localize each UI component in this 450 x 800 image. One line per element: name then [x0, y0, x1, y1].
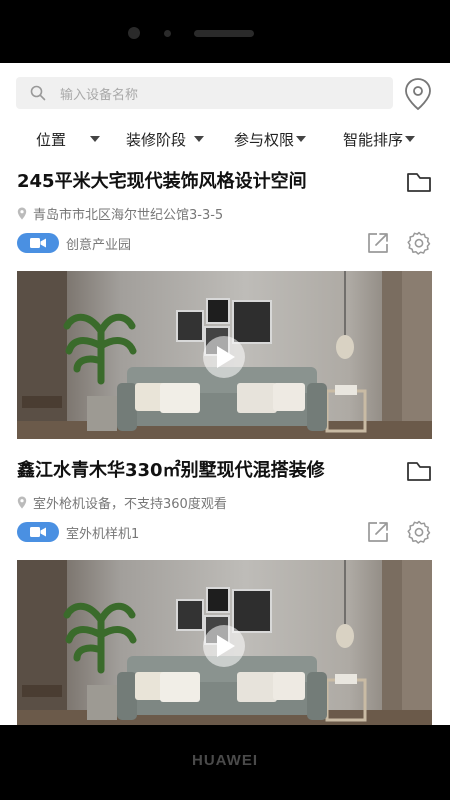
- card-title: 245平米大宅现代装饰风格设计空间: [17, 171, 307, 192]
- video-camera-icon: [30, 527, 46, 537]
- tag-row: 室外机样机1: [17, 521, 139, 543]
- filter-label: 参与权限: [234, 130, 295, 149]
- video-thumbnail[interactable]: [17, 271, 432, 439]
- brand-logo: HUAWEI: [192, 752, 258, 769]
- card-tag: 室外机样机1: [66, 526, 140, 542]
- card-title: 鑫江水青木华330㎡别墅现代混搭装修: [17, 460, 325, 481]
- card-tag: 创意产业园: [66, 237, 132, 253]
- caret-down-icon: [90, 136, 101, 142]
- video-camera-icon: [30, 238, 46, 248]
- folder-icon[interactable]: [406, 460, 432, 482]
- address-row: 室外枪机设备，不支持360度观看: [17, 492, 227, 512]
- caret-down-icon: [194, 136, 205, 142]
- filter-bar: 位置 装修阶段 参与权限 智能排序: [0, 123, 450, 155]
- filter-renovation-stage[interactable]: 装修阶段: [126, 127, 205, 151]
- filter-label: 智能排序: [343, 130, 404, 149]
- caret-down-icon: [296, 136, 307, 142]
- device-card[interactable]: 245平米大宅现代装饰风格设计空间 青岛市市北区海尔世纪公馆3-3-5 创意产业…: [0, 167, 450, 439]
- filter-permission[interactable]: 参与权限: [234, 127, 307, 151]
- map-pin-icon[interactable]: [403, 77, 433, 111]
- video-thumbnail[interactable]: [17, 560, 432, 725]
- front-camera: [128, 27, 140, 39]
- caret-down-icon: [405, 136, 416, 142]
- share-icon[interactable]: [366, 231, 390, 255]
- video-badge: [17, 522, 59, 542]
- gear-icon[interactable]: [407, 231, 431, 255]
- earpiece-speaker: [194, 30, 254, 37]
- search-icon: [30, 85, 46, 101]
- device-card[interactable]: 鑫江水青木华330㎡别墅现代混搭装修 室外枪机设备，不支持360度观看 室外机样…: [0, 456, 450, 725]
- share-icon[interactable]: [366, 520, 390, 544]
- living-room-scene: [17, 560, 432, 725]
- living-room-scene: [17, 271, 432, 439]
- search-bar-row: 输入设备名称: [0, 63, 450, 123]
- filter-smart-sort[interactable]: 智能排序: [343, 127, 416, 151]
- address-row: 青岛市市北区海尔世纪公馆3-3-5: [17, 203, 223, 223]
- gear-icon[interactable]: [407, 520, 431, 544]
- card-address: 室外枪机设备，不支持360度观看: [33, 496, 227, 512]
- tag-row: 创意产业园: [17, 232, 131, 254]
- location-pin-icon: [17, 496, 27, 508]
- filter-label: 位置: [36, 130, 67, 149]
- filter-location[interactable]: 位置: [36, 127, 101, 151]
- app-screen: 输入设备名称 位置 装修阶段 参与权限 智能排序 245平米大宅现代装饰风格设计…: [0, 63, 450, 725]
- phone-frame: 输入设备名称 位置 装修阶段 参与权限 智能排序 245平米大宅现代装饰风格设计…: [0, 0, 450, 800]
- folder-icon[interactable]: [406, 171, 432, 193]
- top-bezel: [0, 0, 450, 63]
- filter-label: 装修阶段: [126, 130, 187, 149]
- sensor-dot: [164, 30, 171, 37]
- search-input[interactable]: 输入设备名称: [16, 77, 393, 109]
- search-placeholder: 输入设备名称: [60, 88, 139, 103]
- card-address: 青岛市市北区海尔世纪公馆3-3-5: [33, 207, 224, 223]
- video-badge: [17, 233, 59, 253]
- location-pin-icon: [17, 207, 27, 219]
